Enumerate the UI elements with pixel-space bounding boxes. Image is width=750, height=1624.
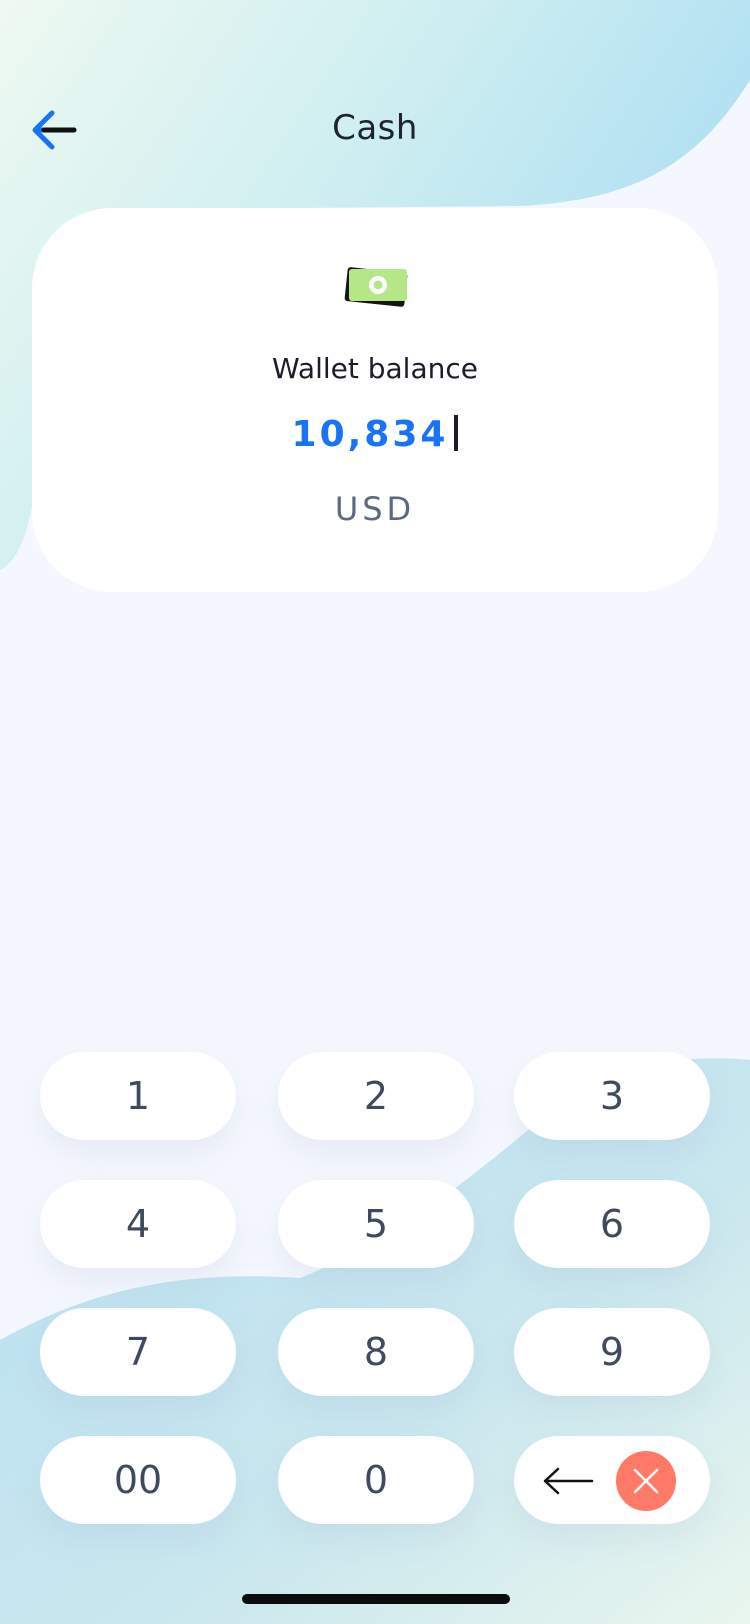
close-icon	[633, 1468, 659, 1494]
key-3[interactable]: 3	[514, 1052, 710, 1140]
delete-key	[514, 1436, 710, 1524]
page-title: Cash	[332, 108, 418, 148]
key-5[interactable]: 5	[278, 1180, 474, 1268]
key-0[interactable]: 0	[278, 1436, 474, 1524]
amount-display[interactable]: 10,834	[32, 414, 718, 455]
clear-button[interactable]	[616, 1451, 676, 1511]
home-indicator	[242, 1594, 510, 1604]
currency-label: USD	[334, 490, 416, 528]
key-8[interactable]: 8	[278, 1308, 474, 1396]
header: Cash	[0, 90, 750, 170]
key-7[interactable]: 7	[40, 1308, 236, 1396]
key-6[interactable]: 6	[514, 1180, 710, 1268]
key-00[interactable]: 00	[40, 1436, 236, 1524]
key-4[interactable]: 4	[40, 1180, 236, 1268]
key-1[interactable]: 1	[40, 1052, 236, 1140]
cash-icon	[344, 267, 408, 307]
backspace-arrow-icon[interactable]	[542, 1466, 594, 1496]
wallet-balance-label: Wallet balance	[272, 352, 478, 385]
text-caret	[454, 415, 459, 451]
key-2[interactable]: 2	[278, 1052, 474, 1140]
wallet-balance-card: Wallet balance 10,834 USD	[32, 208, 718, 592]
key-9[interactable]: 9	[514, 1308, 710, 1396]
balance-amount: 10,834	[291, 414, 449, 455]
